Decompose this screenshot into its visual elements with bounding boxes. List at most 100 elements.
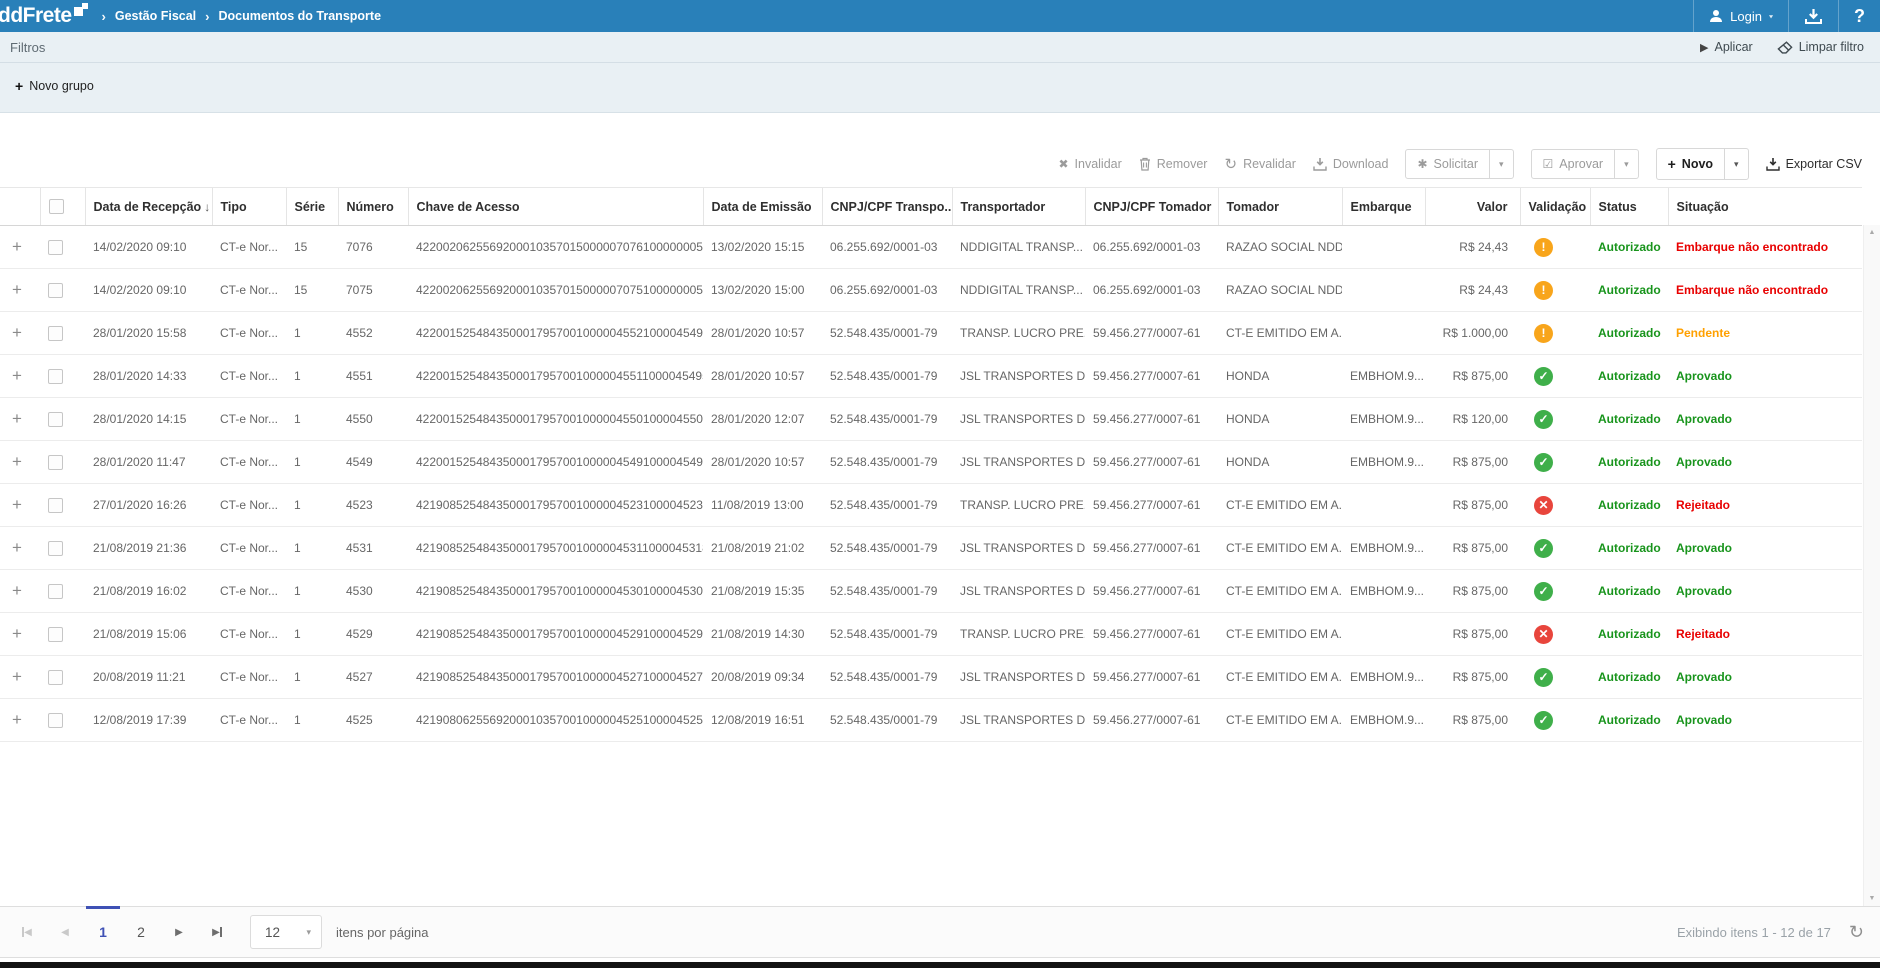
apply-filter-button[interactable]: ▶ Aplicar	[1700, 40, 1753, 54]
invalidar-button[interactable]: ✖ Invalidar	[1058, 157, 1121, 171]
cell-text: JSL TRANSPORTES D...	[960, 369, 1085, 383]
expand-row-button[interactable]: +	[8, 366, 22, 385]
last-page-button[interactable]: ▶	[202, 917, 232, 947]
col-header-embarque[interactable]: Embarque	[1342, 188, 1425, 226]
cell-chave: 4220020625569200010357015000007075100000…	[408, 269, 703, 312]
cell-text: 52.548.435/0001-79	[830, 369, 937, 383]
app-logo[interactable]: ddFrete	[0, 1, 88, 31]
vertical-scrollbar[interactable]: ▲ ▼	[1863, 225, 1880, 906]
col-header-cnpj_tomador[interactable]: CNPJ/CPF Tomador	[1085, 188, 1218, 226]
solicitar-dropdown-button[interactable]: ▾	[1489, 150, 1513, 178]
table-row[interactable]: +21/08/2019 15:06CT-e Nor...145294219085…	[0, 613, 1862, 656]
expand-row-button[interactable]: +	[8, 710, 22, 729]
table-row[interactable]: +27/01/2020 16:26CT-e Nor...145234219085…	[0, 484, 1862, 527]
previous-page-button[interactable]: ◀	[50, 917, 80, 947]
scroll-up-icon[interactable]: ▲	[1864, 229, 1880, 236]
col-header-serie[interactable]: Série	[286, 188, 338, 226]
grid-header-row: Data de Recepção↓TipoSérieNúmeroChave de…	[0, 188, 1862, 226]
row-checkbox[interactable]	[48, 455, 63, 470]
col-header-situacao[interactable]: Situação	[1668, 188, 1862, 226]
col-header-chave[interactable]: Chave de Acesso	[408, 188, 703, 226]
first-page-button[interactable]: ◀	[12, 917, 42, 947]
col-header-validacao[interactable]: Validação	[1520, 188, 1590, 226]
table-row[interactable]: +14/02/2020 09:10CT-e Nor...157076422002…	[0, 226, 1862, 269]
breadcrumb-documentos-do-transporte[interactable]: Documentos do Transporte	[219, 9, 382, 23]
scroll-down-icon[interactable]: ▼	[1864, 895, 1880, 902]
expand-row-button[interactable]: +	[8, 495, 22, 514]
row-checkbox[interactable]	[48, 369, 63, 384]
expand-row-button[interactable]: +	[8, 452, 22, 471]
row-checkbox[interactable]	[48, 541, 63, 556]
row-checkbox[interactable]	[48, 412, 63, 427]
table-row[interactable]: +28/01/2020 11:47CT-e Nor...145494220015…	[0, 441, 1862, 484]
table-row[interactable]: +28/01/2020 14:33CT-e Nor...145514220015…	[0, 355, 1862, 398]
table-row[interactable]: +20/08/2019 11:21CT-e Nor...145274219085…	[0, 656, 1862, 699]
revalidar-button[interactable]: ↻ Revalidar	[1224, 155, 1295, 173]
novo-button[interactable]: + Novo	[1657, 149, 1724, 179]
novo-dropdown-button[interactable]: ▾	[1724, 149, 1748, 179]
expand-row-button[interactable]: +	[8, 280, 22, 299]
expand-row-button[interactable]: +	[8, 581, 22, 600]
row-checkbox[interactable]	[48, 584, 63, 599]
col-header-transportador[interactable]: Transportador	[952, 188, 1085, 226]
expand-row-button[interactable]: +	[8, 237, 22, 256]
expand-row-button[interactable]: +	[8, 538, 22, 557]
cell-serie: 1	[286, 699, 338, 742]
col-header-check[interactable]	[40, 188, 85, 226]
row-checkbox[interactable]	[48, 713, 63, 728]
row-checkbox[interactable]	[48, 498, 63, 513]
solicitar-button[interactable]: ✱ Solicitar	[1406, 150, 1489, 178]
expand-row-button[interactable]: +	[8, 624, 22, 643]
select-all-checkbox[interactable]	[49, 199, 64, 214]
row-checkbox[interactable]	[48, 670, 63, 685]
refresh-button[interactable]: ↻	[1849, 922, 1864, 943]
expand-row-button[interactable]: +	[8, 323, 22, 342]
download-row-button[interactable]: Download	[1313, 157, 1389, 171]
table-row[interactable]: +21/08/2019 16:02CT-e Nor...145304219085…	[0, 570, 1862, 613]
cell-tipo: CT-e Nor...	[212, 398, 286, 441]
page-size-select[interactable]: 12 ▾	[250, 915, 322, 949]
exportar-csv-button[interactable]: Exportar CSV	[1766, 157, 1862, 171]
cell-text: 06.255.692/0001-03	[830, 283, 937, 297]
cell-cnpj_tomador: 59.456.277/0007-61	[1085, 441, 1218, 484]
row-checkbox[interactable]	[48, 326, 63, 341]
cell-text: 20/08/2019 09:34	[711, 670, 804, 684]
expand-row-button[interactable]: +	[8, 667, 22, 686]
col-header-cnpj_transportador[interactable]: CNPJ/CPF Transpo...	[822, 188, 952, 226]
row-checkbox[interactable]	[48, 240, 63, 255]
help-button[interactable]: ?	[1838, 0, 1880, 32]
cell-text: HONDA	[1226, 455, 1269, 469]
col-header-emissao[interactable]: Data de Emissão	[703, 188, 822, 226]
col-header-tomador[interactable]: Tomador	[1218, 188, 1342, 226]
breadcrumb-gestao-fiscal[interactable]: Gestão Fiscal	[115, 9, 196, 23]
cell-text: HONDA	[1226, 369, 1269, 383]
aprovar-dropdown-button[interactable]: ▾	[1614, 150, 1638, 178]
col-header-tipo[interactable]: Tipo	[212, 188, 286, 226]
cell-situacao: Embarque não encontrado	[1668, 269, 1862, 312]
cell-text: 4530	[346, 584, 373, 598]
table-row[interactable]: +21/08/2019 21:36CT-e Nor...145314219085…	[0, 527, 1862, 570]
table-row[interactable]: +14/02/2020 09:10CT-e Nor...157075422002…	[0, 269, 1862, 312]
clear-filter-button[interactable]: Limpar filtro	[1777, 40, 1864, 54]
row-checkbox[interactable]	[48, 283, 63, 298]
next-page-button[interactable]: ▶	[164, 917, 194, 947]
aprovar-button[interactable]: ☑ Aprovar	[1532, 150, 1615, 178]
situacao-badge: Pendente	[1676, 326, 1730, 340]
login-menu[interactable]: Login ▾	[1693, 0, 1788, 32]
col-header-valor[interactable]: Valor	[1425, 188, 1520, 226]
validation-glyph: ✕	[1538, 627, 1548, 641]
page-1-button[interactable]: 1	[88, 917, 118, 947]
row-checkbox[interactable]	[48, 627, 63, 642]
table-row[interactable]: +28/01/2020 15:58CT-e Nor...145524220015…	[0, 312, 1862, 355]
page-2-button[interactable]: 2	[126, 917, 156, 947]
table-row[interactable]: +28/01/2020 14:15CT-e Nor...145504220015…	[0, 398, 1862, 441]
col-header-status[interactable]: Status	[1590, 188, 1668, 226]
col-header-numero[interactable]: Número	[338, 188, 408, 226]
expand-row-button[interactable]: +	[8, 409, 22, 428]
table-row[interactable]: +12/08/2019 17:39CT-e Nor...145254219080…	[0, 699, 1862, 742]
new-group-button[interactable]: + Novo grupo	[15, 78, 94, 94]
remover-button[interactable]: Remover	[1139, 157, 1208, 171]
download-button[interactable]	[1788, 0, 1838, 32]
col-header-recepcao[interactable]: Data de Recepção↓	[85, 188, 212, 226]
status-badge: Autorizado	[1598, 713, 1661, 727]
